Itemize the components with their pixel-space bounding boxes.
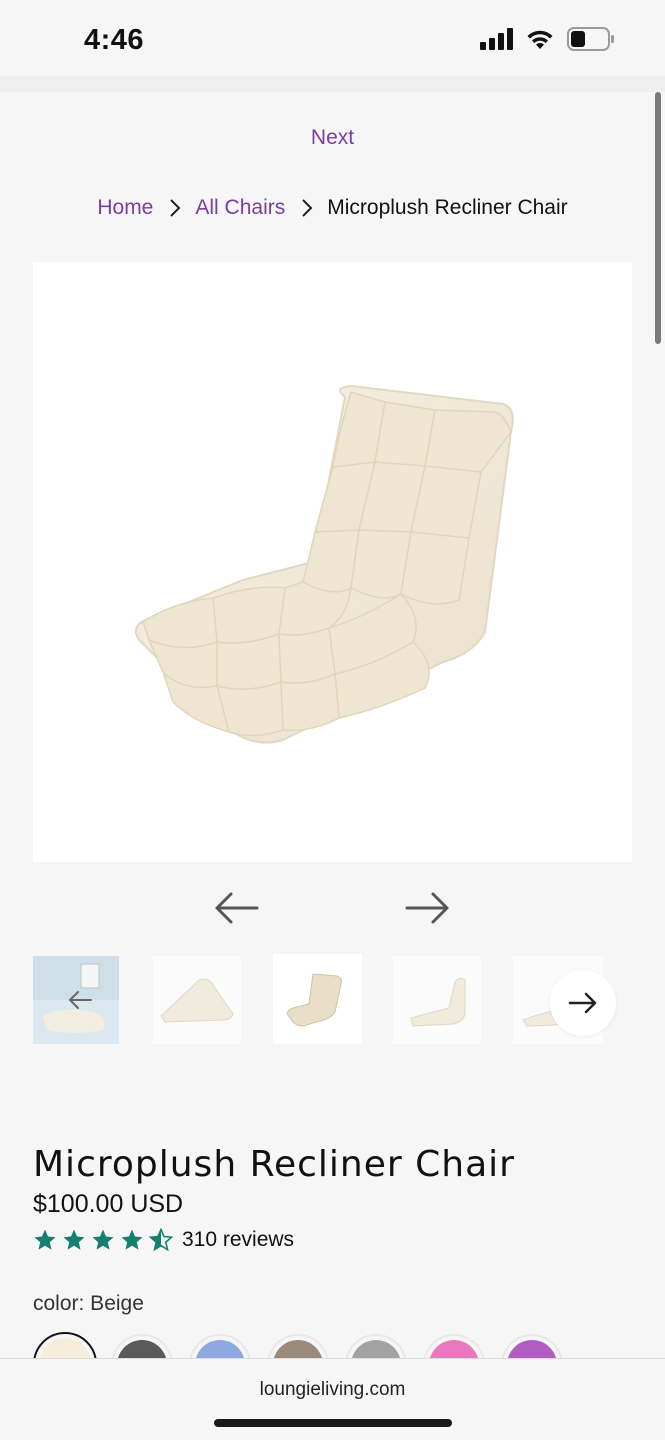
- product-main-image[interactable]: [33, 262, 632, 862]
- swatch-fill: [351, 1340, 401, 1358]
- breadcrumb-current: Microplush Recliner Chair: [327, 196, 568, 219]
- arrow-right-icon: [405, 892, 449, 924]
- chevron-right-icon: [169, 198, 181, 218]
- status-time: 4:46: [84, 24, 145, 56]
- reviews-count[interactable]: 310 reviews: [182, 1228, 294, 1252]
- thumbnail-4[interactable]: [393, 956, 481, 1044]
- breadcrumb: Home All Chairs Microplush Recliner Chai…: [0, 196, 665, 220]
- thumbnail-2[interactable]: [153, 956, 241, 1044]
- thumbnail-image: [410, 977, 466, 1027]
- star-icon: [121, 1229, 143, 1250]
- color-swatch-charcoal[interactable]: [111, 1334, 173, 1358]
- star-icon: [63, 1229, 85, 1250]
- thumbnail-strip: [33, 954, 632, 1046]
- color-swatch-purple[interactable]: [501, 1334, 563, 1358]
- thumbnail-lifestyle[interactable]: [33, 956, 119, 1044]
- url-text[interactable]: loungieliving.com: [0, 1379, 665, 1401]
- star-half-icon: [148, 1228, 174, 1252]
- product-rating[interactable]: 310 reviews: [32, 1228, 294, 1252]
- gallery-next-button[interactable]: [404, 888, 452, 928]
- floor-chair-illustration: [134, 384, 514, 744]
- arrow-left-icon: [68, 991, 92, 1009]
- breadcrumb-home-link[interactable]: Home: [97, 196, 153, 220]
- swatch-fill: [117, 1340, 167, 1358]
- next-product-link[interactable]: Next: [0, 126, 665, 150]
- color-swatch-gray[interactable]: [345, 1334, 407, 1358]
- star-icon: [34, 1229, 56, 1250]
- star-icon: [92, 1229, 114, 1250]
- browser-address-bar[interactable]: loungieliving.com: [0, 1358, 665, 1440]
- status-bar: 4:46: [0, 0, 665, 76]
- thumbnail-3-active[interactable]: [273, 954, 362, 1044]
- swatch-fill: [273, 1340, 323, 1358]
- status-icons: [480, 27, 615, 51]
- product-price: $100.00 USD: [33, 1190, 184, 1218]
- battery-icon: [567, 27, 614, 51]
- color-swatches: [33, 1332, 633, 1358]
- chevron-right-icon: [301, 198, 313, 218]
- thumbnail-image: [160, 978, 234, 1023]
- color-swatch-taupe[interactable]: [267, 1334, 329, 1358]
- swatch-fill: [429, 1340, 479, 1358]
- gallery-prev-button[interactable]: [212, 888, 260, 928]
- thumbnail-next-button[interactable]: [550, 970, 616, 1036]
- breadcrumb-category-link[interactable]: All Chairs: [195, 196, 285, 220]
- swatch-fill: [39, 1338, 91, 1358]
- swatch-fill: [195, 1340, 245, 1358]
- thumbnail-image: [286, 973, 342, 1027]
- wifi-icon: [527, 30, 553, 49]
- cellular-signal-icon: [480, 28, 513, 50]
- swatch-fill: [507, 1340, 557, 1358]
- home-indicator: [214, 1419, 452, 1427]
- color-swatch-pink[interactable]: [423, 1334, 485, 1358]
- arrow-right-icon: [568, 992, 597, 1014]
- color-label: color: Beige: [33, 1292, 144, 1315]
- color-swatch-blue[interactable]: [189, 1334, 251, 1358]
- arrow-left-icon: [215, 892, 259, 924]
- color-swatch-beige[interactable]: [33, 1332, 97, 1358]
- product-title: Microplush Recliner Chair: [33, 1144, 515, 1185]
- star-rating: [32, 1228, 174, 1252]
- browser-toolbar-edge: [0, 76, 665, 92]
